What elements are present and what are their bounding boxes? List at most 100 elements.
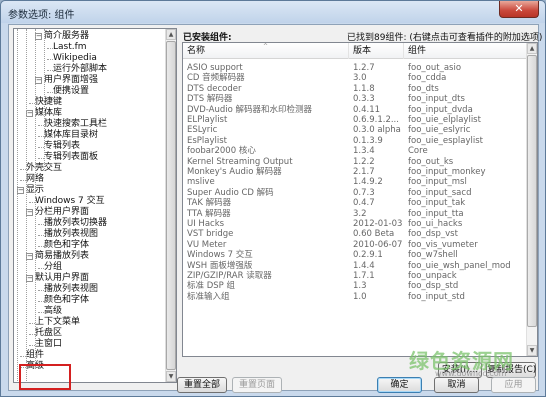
name-cell: Windows 7 交互 [187,250,253,261]
table-row[interactable]: ESLyric 0.3.0 alpha foo_uie_eslyric [183,125,527,135]
reset-all-button[interactable]: 重置全部 [177,377,227,393]
table-row[interactable]: Super Audio CD 解码 0.7.3 foo_input_sacd [183,188,527,198]
close-button[interactable]: ✕ [499,1,539,18]
table-row[interactable]: 标准 DSP 组 1.3 foo_dsp_std [183,281,527,291]
tree-item[interactable]: 快捷键 [35,97,62,108]
tree-item[interactable]: 分组 [44,262,62,273]
tree-item[interactable]: 托盘区 [35,328,62,339]
tree-item[interactable]: 默认用户界面 [35,273,89,284]
tree-expander-icon[interactable]: − [17,187,24,194]
tree-item[interactable]: 上下文菜单 [35,317,80,328]
table-row[interactable]: CD 音频解码器 3.0 foo_cdda [183,73,527,83]
tree-guide-line [17,29,18,382]
table-row[interactable]: VU Meter 2010-06-07 foo_vis_vumeter [183,240,527,250]
tree-item[interactable]: 媒体库目录树 [44,130,98,141]
tree-scrollbar[interactable]: ▲ ▼ [165,29,176,382]
tree-expander-icon[interactable]: − [35,77,42,84]
preferences-tree: ▲ ▼ − 简介服务器 Last.fm Wikipedia 运行外部脚本 − 用户界面增强便… [13,28,177,383]
tree-item[interactable]: 分栏用户界面 [35,207,89,218]
tree-item[interactable]: 专辑列表面板 [44,152,98,163]
table-row[interactable]: Kernel Streaming Output 1.2.2 foo_out_ks [183,157,527,167]
version-cell: 1.0 [353,291,367,302]
version-cell: 0.60 Beta [353,229,395,240]
tree-item[interactable]: 播放列表切换器 [44,218,107,229]
tree-expander-icon[interactable]: − [26,275,33,282]
component-cell: foo_input_dvda [408,104,473,115]
table-row[interactable]: DVD-Audio 解码器和水印检测器 0.4.11 foo_input_dvda [183,105,527,115]
table-row[interactable]: Monkey's Audio 解码器 2.1.7 foo_input_monkey [183,167,527,177]
tree-expander-icon[interactable]: − [26,253,33,260]
version-cell: 3.0 [353,73,367,84]
tree-item[interactable]: 主窗口 [35,339,62,350]
table-row[interactable]: TTA 解码器 3.2 foo_input_tta [183,209,527,219]
name-cell: TTA 解码器 [187,208,231,219]
table-row[interactable]: ZIP/GZIP/RAR 读取器 1.7.1 foo_unpack [183,271,527,281]
table-row[interactable]: mslive 1.4.9.2 foo_input_msl [183,177,527,187]
table-row[interactable]: Windows 7 交互 0.2.9.1 foo_w7shell [183,250,527,260]
tree-item[interactable]: 媒体库 [35,108,62,119]
copy-report-button[interactable]: 复制报告(C) [486,362,536,378]
cancel-button[interactable]: 取消 [434,377,479,393]
column-component-header[interactable]: 组件 [404,43,527,59]
sort-arrow-icon: ^ [263,43,269,50]
tree-expander-icon[interactable]: − [26,209,33,216]
version-cell: 1.7.1 [353,271,375,281]
table-row[interactable]: EsPlaylist 0.1.3.9 foo_uie_esplaylist [183,136,527,146]
tree-scroll-thumb[interactable] [166,41,176,370]
version-cell: 0.4.11 [353,104,381,115]
table-row[interactable]: DTS decoder 1.1.8 foo_dts [183,84,527,94]
component-cell: foo_dsp_std [408,281,459,292]
tree-item[interactable]: 专辑列表 [44,141,80,152]
scroll-up-icon[interactable]: ▲ [166,29,176,40]
scroll-down-icon[interactable]: ▼ [166,371,176,382]
table-row[interactable]: UI Hacks 2012-01-03 foo_ui_hacks [183,219,527,229]
tree-item[interactable]: Windows 7 交互 [35,196,105,207]
component-cell: foo_cdda [408,73,447,84]
version-cell: 1.4.9.2 [353,177,383,188]
table-row[interactable]: foobar2000 核心 1.3.4 Core [183,146,527,156]
table-row[interactable]: VST bridge 0.60 Beta foo_dsp_vst [183,229,527,239]
name-cell: 标准 DSP 组 [187,281,235,292]
component-cell: foo_uie_wsh_panel_mod [408,260,511,271]
name-cell: ESLyric [187,125,218,136]
title-bar[interactable]: 参数选项: 组件 ✕ [1,1,545,23]
name-cell: Super Audio CD 解码 [187,187,274,198]
table-row[interactable]: 标准输入组 1.0 foo_input_std [183,292,527,302]
tree-item[interactable]: Last.fm [53,42,87,53]
scroll-down-icon[interactable]: ▼ [527,345,537,356]
tree-item[interactable]: Wikipedia [53,53,97,64]
install-button[interactable]: 安装(I)... [438,362,482,378]
tree-item[interactable]: 简易播放列表 [35,251,89,262]
tree-item[interactable]: 播放列表视图 [44,284,98,295]
reset-page-button[interactable]: 重置页面 [232,377,282,393]
tree-item[interactable]: 颜色和字体 [44,240,89,251]
tree-guide-line [44,29,45,169]
tree-item[interactable]: 用户界面增强 [44,75,98,86]
component-cell: foo_out_asio [408,63,462,73]
apply-button[interactable]: 应用 [491,377,536,393]
list-scroll-thumb[interactable] [527,55,537,327]
tree-item[interactable]: 高级 [44,306,62,317]
tree-item[interactable]: 播放列表视图 [44,229,98,240]
tree-item[interactable]: 便携设置 [53,86,89,97]
list-header: 名称 ^ 版本 组件 [183,43,527,59]
name-cell: DVD-Audio 解码器和水印检测器 [187,104,312,115]
tree-expander-icon[interactable]: − [26,110,33,117]
tree-expander-icon[interactable]: − [35,33,42,40]
table-row[interactable]: WSH 面板增强版 1.4.4 foo_uie_wsh_panel_mod [183,261,527,271]
tree-item[interactable]: 运行外部脚本 [53,64,107,75]
column-version-header[interactable]: 版本 [349,43,404,59]
scroll-up-icon[interactable]: ▲ [527,43,537,54]
close-icon: ✕ [514,2,524,15]
name-cell: CD 音频解码器 [187,73,245,84]
tree-item[interactable]: 颜色和字体 [44,295,89,306]
component-cell: foo_out_ks [408,156,454,167]
table-row[interactable]: TAK 解码器 0.4.7 foo_input_tak [183,198,527,208]
ok-button[interactable]: 确定 [377,377,422,393]
list-scrollbar[interactable]: ▲ ▼ [526,43,537,356]
table-row[interactable]: ASIO support 1.2.7 foo_out_asio [183,63,527,73]
tree-item[interactable]: 简介服务器 [44,31,89,42]
table-row[interactable]: ELPlaylist 0.6.9.1.2... foo_uie_elplaylist [183,115,527,125]
table-row[interactable]: DTS 解码器 0.3.3 foo_input_dts [183,94,527,104]
tree-item[interactable]: 快速搜索工具栏 [44,119,107,130]
